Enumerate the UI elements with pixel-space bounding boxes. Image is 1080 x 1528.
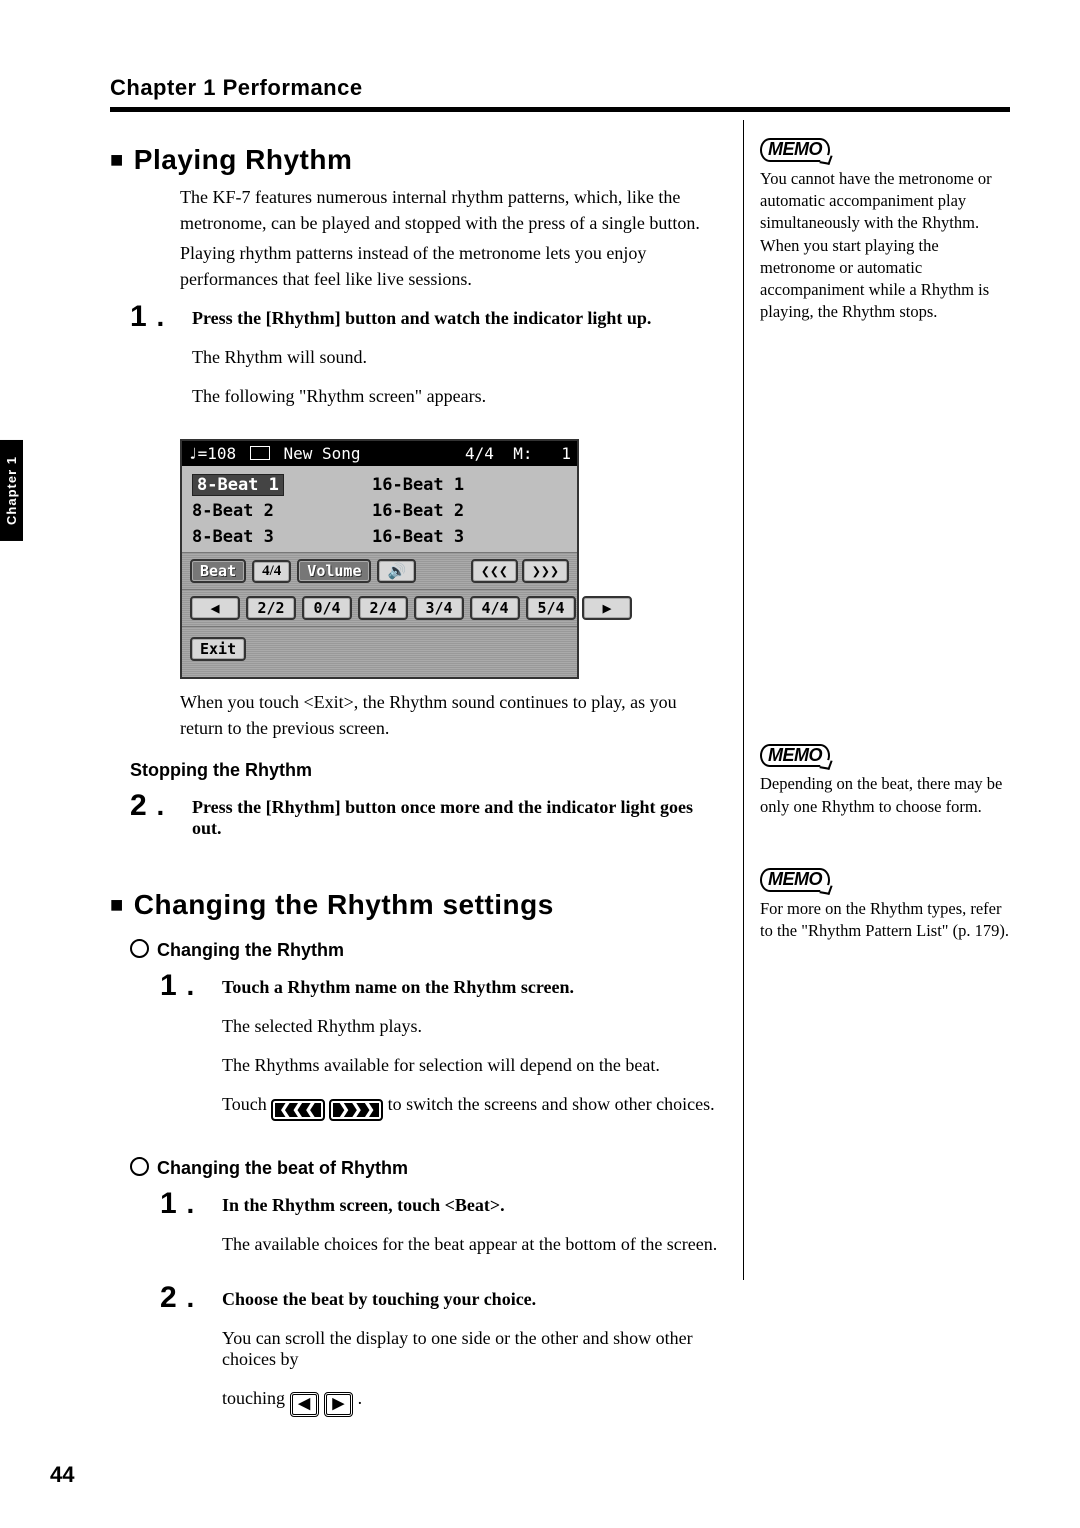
main-column: Playing Rhythm The KF-7 features numerou… [110, 134, 720, 1435]
lcd-midbar: Beat 4/4 Volume 🔊 ❮❮❮ ❯❯❯ [182, 552, 577, 589]
beat-button[interactable]: Beat [190, 559, 246, 583]
page-number: 44 [50, 1462, 74, 1488]
memo-3: MEMO For more on the Rhythm types, refer… [760, 868, 1010, 942]
step-number: 2 [130, 791, 178, 821]
rhythm-item[interactable]: 8-Beat 2 [192, 501, 372, 521]
beat-option[interactable]: 2/2 [246, 596, 296, 620]
beat-option[interactable]: 3/4 [414, 596, 464, 620]
rhythm-item-selected[interactable]: 8-Beat 1 [192, 474, 284, 496]
memo-text: You cannot have the metronome or automat… [760, 168, 1010, 324]
step-instruction: Touch a Rhythm name on the Rhythm screen… [222, 977, 720, 998]
page-prev-icon: ❮❮❮ [271, 1099, 325, 1122]
step-text-inline: touching ◀ ▶ . [222, 1388, 720, 1417]
song-title: New Song [283, 444, 360, 463]
rhythm-item[interactable]: 16-Beat 2 [372, 501, 464, 521]
step-instruction: Press the [Rhythm] button once more and … [192, 797, 720, 839]
time-signature: 4/4 [465, 444, 494, 463]
scroll-left-icon: ◀ [290, 1392, 320, 1417]
chapter-header: Chapter 1 Performance [110, 75, 1010, 101]
intro-block: The KF-7 features numerous internal rhyt… [180, 184, 720, 292]
scroll-right-icon: ▶ [324, 1392, 354, 1417]
beat-option[interactable]: 4/4 [470, 596, 520, 620]
rhythm-item[interactable]: 8-Beat 3 [192, 527, 372, 547]
sub1-step1: 1 Touch a Rhythm name on the Rhythm scre… [160, 971, 720, 1140]
memo-icon: MEMO [760, 138, 830, 162]
page: Chapter 1 Performance Playing Rhythm The… [0, 0, 1080, 1528]
sub2-step1: 1 In the Rhythm screen, touch <Beat>. Th… [160, 1189, 720, 1273]
side-column: MEMO You cannot have the metronome or au… [760, 128, 1010, 982]
sub-changing-rhythm: Changing the Rhythm [130, 939, 720, 961]
step-2: 2 Press the [Rhythm] button once more an… [130, 791, 720, 839]
intro-p2: Playing rhythm patterns instead of the m… [180, 240, 720, 292]
lcd-exitbar: Exit [182, 626, 577, 677]
rhythm-screen: ♩=108 New Song 4/4 M: 1 8-Beat 1 16-Beat… [180, 439, 579, 679]
rhythm-list: 8-Beat 1 16-Beat 1 8-Beat 2 16-Beat 2 8-… [182, 466, 577, 552]
step-instruction: Choose the beat by touching your choice. [222, 1289, 720, 1310]
rhythm-item[interactable]: 16-Beat 1 [372, 475, 464, 495]
step-text: The selected Rhythm plays. [222, 1016, 720, 1037]
tempo-indicator: ♩=108 [188, 444, 236, 463]
step-text: You can scroll the display to one side o… [222, 1328, 720, 1370]
step-text-inline: Touch ❮❮❮ ❯❯❯ to switch the screens and … [222, 1094, 720, 1122]
step-text: The available choices for the beat appea… [222, 1234, 720, 1255]
step-instruction: Press the [Rhythm] button and watch the … [192, 308, 720, 329]
rhythm-item[interactable]: 16-Beat 3 [372, 527, 464, 547]
after-screenshot-note: When you touch <Exit>, the Rhythm sound … [180, 689, 720, 741]
beat-option[interactable]: 2/4 [358, 596, 408, 620]
beat-option[interactable]: 5/4 [526, 596, 576, 620]
step-instruction: In the Rhythm screen, touch <Beat>. [222, 1195, 720, 1216]
section-playing-rhythm: Playing Rhythm [110, 144, 720, 176]
page-next-icon: ❯❯❯ [329, 1099, 383, 1122]
rhythm-row: 8-Beat 1 16-Beat 1 [182, 472, 577, 498]
song-icon [250, 446, 270, 460]
memo-text: For more on the Rhythm types, refer to t… [760, 898, 1010, 943]
stopping-rhythm-heading: Stopping the Rhythm [130, 760, 720, 781]
memo-2: MEMO Depending on the beat, there may be… [760, 744, 1010, 818]
volume-button[interactable]: Volume [297, 559, 371, 583]
memo-1: MEMO You cannot have the metronome or au… [760, 138, 1010, 324]
beat-value: 4/4 [252, 560, 291, 583]
beat-option[interactable]: 0/4 [302, 596, 352, 620]
sub2-step2: 2 Choose the beat by touching your choic… [160, 1283, 720, 1435]
step-text-b: The following "Rhythm screen" appears. [192, 386, 720, 407]
lcd-titlebar: ♩=108 New Song 4/4 M: 1 [182, 441, 577, 466]
rhythm-row: 8-Beat 3 16-Beat 3 [182, 524, 577, 550]
memo-icon: MEMO [760, 744, 830, 768]
rhythm-row: 8-Beat 2 16-Beat 2 [182, 498, 577, 524]
section-changing-rhythm-settings: Changing the Rhythm settings [110, 889, 720, 921]
measure-label: M: [513, 444, 532, 463]
step-number: 1 [130, 302, 178, 332]
scroll-left-button[interactable]: ◀ [190, 596, 240, 620]
header-rule [110, 107, 1010, 112]
step-number: 1 [160, 971, 208, 1001]
measure-number: 1 [561, 444, 571, 463]
sub-changing-beat: Changing the beat of Rhythm [130, 1157, 720, 1179]
step-1: 1 Press the [Rhythm] button and watch th… [130, 302, 720, 425]
volume-icon: 🔊 [377, 559, 416, 583]
vertical-divider [743, 120, 744, 1280]
page-prev-button[interactable]: ❮❮❮ [471, 559, 518, 583]
step-number: 2 [160, 1283, 208, 1313]
memo-text: Depending on the beat, there may be only… [760, 773, 1010, 818]
scroll-right-button[interactable]: ▶ [582, 596, 632, 620]
exit-button[interactable]: Exit [190, 637, 246, 661]
page-next-button[interactable]: ❯❯❯ [522, 559, 569, 583]
lcd-beatbar: ◀ 2/2 0/4 2/4 3/4 4/4 5/4 ▶ [182, 589, 577, 626]
memo-icon: MEMO [760, 868, 830, 892]
step-text: The Rhythms available for selection will… [222, 1055, 720, 1076]
step-number: 1 [160, 1189, 208, 1219]
step-text-a: The Rhythm will sound. [192, 347, 720, 368]
intro-p1: The KF-7 features numerous internal rhyt… [180, 184, 720, 236]
